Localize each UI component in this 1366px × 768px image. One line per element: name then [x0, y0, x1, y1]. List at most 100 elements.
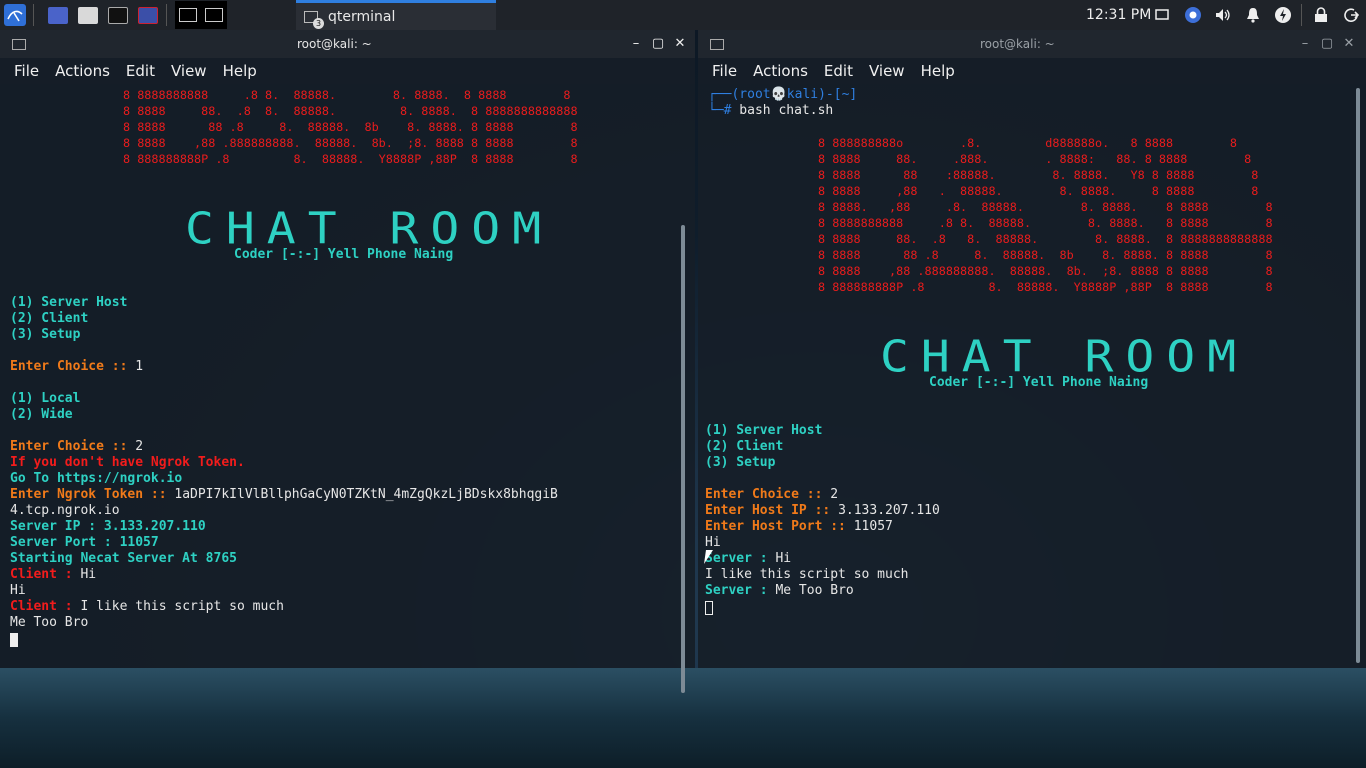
close-button[interactable]: ✕: [1340, 34, 1358, 54]
ascii-art-line: 8 8888 88. .8 8. 88888. 8. 8888. 8 88888…: [818, 232, 1273, 246]
menu-file[interactable]: File: [712, 62, 737, 80]
coder-credit: Coder [-:-] Yell Phone Naing: [929, 375, 1149, 390]
menu-help[interactable]: Help: [223, 62, 257, 80]
ascii-art-line: 8 8888 88 .8 8. 88888. 8b 8. 8888. 8 888…: [818, 248, 1273, 262]
workspace-1-icon[interactable]: [175, 1, 201, 29]
host-ip-label: Enter Host IP ::: [705, 503, 839, 518]
chat-reply: Server : Me Too Bro: [705, 583, 854, 599]
screen-icon[interactable]: [1153, 6, 1171, 24]
choice-label: Enter Choice ::: [10, 439, 136, 454]
ascii-art-line: 8 8888 88. .888. . 8888: 88. 8 8888 8: [818, 152, 1252, 166]
terminal-cursor: [10, 633, 18, 647]
server-ip: Server IP : 3.133.207.110: [10, 519, 206, 534]
sub-option: (1) Local: [10, 391, 81, 406]
coder-credit: Coder [-:-] Yell Phone Naing: [234, 247, 454, 262]
panel-separator: [1301, 4, 1302, 26]
menu-edit[interactable]: Edit: [126, 62, 155, 80]
lock-screen-icon[interactable]: [1312, 6, 1330, 24]
host-ip-value: 3.133.207.110: [838, 503, 940, 518]
client-label: Client :: [10, 599, 81, 614]
sub-option: (2) Wide: [10, 407, 73, 422]
menu-option: (3) Setup: [10, 327, 81, 342]
workspace-switcher[interactable]: [175, 1, 227, 29]
host-port-line: Enter Host Port :: 11057: [705, 519, 893, 535]
notifications-icon[interactable]: [1244, 6, 1262, 24]
host-port-label: Enter Host Port ::: [705, 519, 854, 534]
menu-actions[interactable]: Actions: [753, 62, 808, 80]
client-message: I like this script so much: [80, 599, 284, 614]
menu-bar: File Actions Edit View Help: [0, 58, 695, 84]
kali-menu-icon[interactable]: [3, 3, 27, 27]
menu-help[interactable]: Help: [921, 62, 955, 80]
show-desktop-icon[interactable]: [46, 3, 70, 27]
terminal-output[interactable]: 8 8888888888 .8 8. 88888. 8. 8888. 8 888…: [0, 84, 695, 668]
taskbar-item-label: qterminal: [328, 8, 396, 25]
screen-recorder-icon[interactable]: [136, 3, 160, 27]
ascii-art-line: 8 8888 88 :88888. 8. 8888. Y8 8 8888 8: [818, 168, 1259, 182]
starting-server-line: Starting Necat Server At 8765: [10, 551, 237, 566]
file-manager-icon[interactable]: [76, 3, 100, 27]
ascii-art-line: 8 8888888888 .8 8. 88888. 8. 8888. 8 888…: [818, 216, 1273, 230]
choice-value: 2: [135, 439, 144, 454]
menu-file[interactable]: File: [14, 62, 39, 80]
terminal-window-left[interactable]: root@kali: ~ – ▢ ✕ File Actions Edit Vie…: [0, 30, 695, 693]
ngrok-host: 4.tcp.ngrok.io: [10, 503, 120, 518]
scrollbar[interactable]: [681, 225, 685, 693]
menu-actions[interactable]: Actions: [55, 62, 110, 80]
chat-room-banner: CHAT ROOM: [880, 331, 1249, 383]
choice-label: Enter Choice ::: [10, 359, 136, 374]
ascii-art-line: 8 8888 88. .8 8. 88888. 8. 8888. 8 88888…: [123, 104, 578, 118]
command-text: bash chat.sh: [731, 103, 834, 118]
choice-label: Enter Choice ::: [705, 487, 831, 502]
scrollbar[interactable]: [1356, 88, 1360, 663]
terminal-window-icon[interactable]: [710, 39, 724, 50]
logout-icon[interactable]: [1342, 6, 1360, 24]
maximize-button[interactable]: ▢: [1318, 34, 1336, 54]
server-port: Server Port : 11057: [10, 535, 159, 550]
window-count-badge: 3: [313, 17, 324, 29]
ascii-art-line: 8 888888888P .8 8. 88888. Y8888P ,88P 8 …: [818, 280, 1273, 294]
server-label: Server :: [705, 583, 776, 598]
close-button[interactable]: ✕: [671, 34, 689, 54]
chat-reply: Hi: [10, 583, 26, 598]
window-titlebar[interactable]: root@kali: ~ – ▢ ✕: [0, 30, 695, 58]
window-title: root@kali: ~: [297, 37, 372, 51]
token-line: Enter Ngrok Token :: 1aDPI7kIlVlBllphGaC…: [10, 487, 558, 503]
menu-view[interactable]: View: [869, 62, 905, 80]
terminal-window-icon[interactable]: [12, 39, 26, 50]
maximize-button[interactable]: ▢: [649, 34, 667, 54]
clock[interactable]: 12:31 PM: [1086, 0, 1151, 30]
menu-option: (2) Client: [10, 311, 89, 326]
no-token-message: If you don't have Ngrok Token.: [10, 455, 245, 470]
prompt-symbol: └─#: [708, 103, 732, 118]
terminal-output[interactable]: ┌──(root💀kali)-[~] └─# bash chat.sh 8 88…: [698, 84, 1366, 668]
menu-view[interactable]: View: [171, 62, 207, 80]
terminal-launcher-icon[interactable]: [106, 3, 130, 27]
chat-message: I like this script so much: [705, 567, 909, 582]
ascii-art-line: 8 8888. ,88 .8. 88888. 8. 8888. 8 8888 8: [818, 200, 1273, 214]
choice-value: 2: [830, 487, 839, 502]
token-value: 1aDPI7kIlVlBllphGaCyN0TZKtN_4mZgQkzLjBDs…: [174, 487, 558, 502]
client-label: Client :: [10, 567, 81, 582]
chat-message: Hi: [705, 535, 721, 550]
menu-edit[interactable]: Edit: [824, 62, 853, 80]
ascii-art-line: 8 888888888o .8. d888888o. 8 8888 8: [818, 136, 1238, 150]
server-message: Me Too Bro: [775, 583, 854, 598]
menu-option: (1) Server Host: [10, 295, 128, 310]
ascii-art-line: 8 8888 ,88 .888888888. 88888. 8b. ;8. 88…: [818, 264, 1273, 278]
workspace-2-icon[interactable]: [201, 1, 227, 29]
prompt-line: ┌──(root💀kali)-[~]: [708, 87, 858, 102]
minimize-button[interactable]: –: [1296, 34, 1314, 54]
volume-icon[interactable]: [1214, 6, 1232, 24]
choice-value: 1: [135, 359, 144, 374]
ngrok-link-line: Go To https://ngrok.io: [10, 471, 183, 486]
choice-line: Enter Choice :: 2: [10, 439, 143, 455]
taskbar-item-qterminal[interactable]: 3 qterminal: [296, 0, 496, 30]
power-manager-icon[interactable]: [1274, 6, 1292, 24]
terminal-window-right[interactable]: root@kali: ~ – ▢ ✕ File Actions Edit Vie…: [698, 30, 1366, 668]
token-label: Enter Ngrok Token ::: [10, 487, 175, 502]
window-titlebar[interactable]: root@kali: ~ – ▢ ✕: [698, 30, 1366, 58]
ascii-art-line: 8 8888888888 .8 8. 88888. 8. 8888. 8 888…: [123, 88, 571, 102]
minimize-button[interactable]: –: [627, 34, 645, 54]
chromium-icon[interactable]: [1184, 6, 1202, 24]
